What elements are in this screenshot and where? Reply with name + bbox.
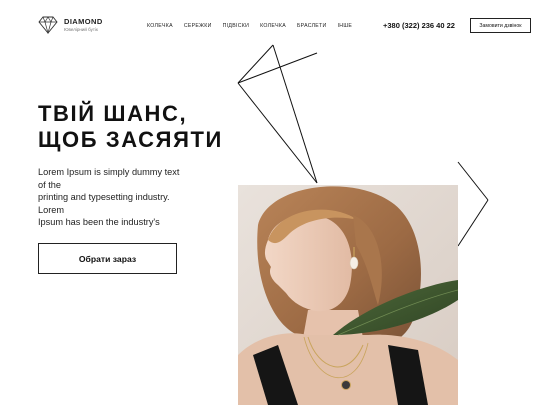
nav-item-earrings[interactable]: СЕРЕЖКИ: [184, 23, 212, 29]
hero-title-line-2: ЩОБ ЗАСЯЯТИ: [38, 127, 223, 152]
brand-subtitle: Ювелірний бутік: [64, 26, 98, 32]
choose-now-button[interactable]: Обрати зараз: [38, 243, 177, 274]
nav-item-pendants[interactable]: ПІДВІСКИ: [223, 23, 249, 29]
nav-item-other[interactable]: ІНШЕ: [338, 23, 353, 29]
hero-title-line-1: ТВІЙ ШАНС,: [38, 101, 188, 126]
hero-description-line: of the: [38, 179, 61, 190]
hero-description-line: Lorem: [38, 204, 65, 215]
nav-item-bracelets[interactable]: БРАСЛЕТИ: [297, 23, 327, 29]
woman-with-earring-photo: [238, 185, 458, 405]
hero-title: ТВІЙ ШАНС, ЩОБ ЗАСЯЯТИ: [38, 101, 223, 153]
brand-text: DIAMOND Ювелірний бутік: [64, 18, 103, 32]
phone-number[interactable]: +380 (322) 236 40 22: [383, 21, 455, 30]
callback-button[interactable]: Замовити дзвінок: [470, 18, 531, 33]
brand-logo[interactable]: DIAMOND Ювелірний бутік: [38, 16, 103, 34]
brand-name: DIAMOND: [64, 17, 103, 26]
nav-item-rings-2[interactable]: КОЛЕЧКА: [260, 23, 286, 29]
hero-description-line: Ipsum has been the industry's: [38, 217, 160, 228]
hero-description-line: Lorem Ipsum is simply dummy text: [38, 167, 180, 177]
nav-item-rings[interactable]: КОЛЕЧКА: [147, 23, 173, 29]
main-nav: КОЛЕЧКА СЕРЕЖКИ ПІДВІСКИ КОЛЕЧКА БРАСЛЕТ…: [147, 23, 352, 29]
hero-description: Lorem Ipsum is simply dummy text of the …: [38, 166, 179, 229]
diamond-icon: [38, 16, 58, 34]
hero-description-line: printing and typesetting industry.: [38, 192, 170, 203]
